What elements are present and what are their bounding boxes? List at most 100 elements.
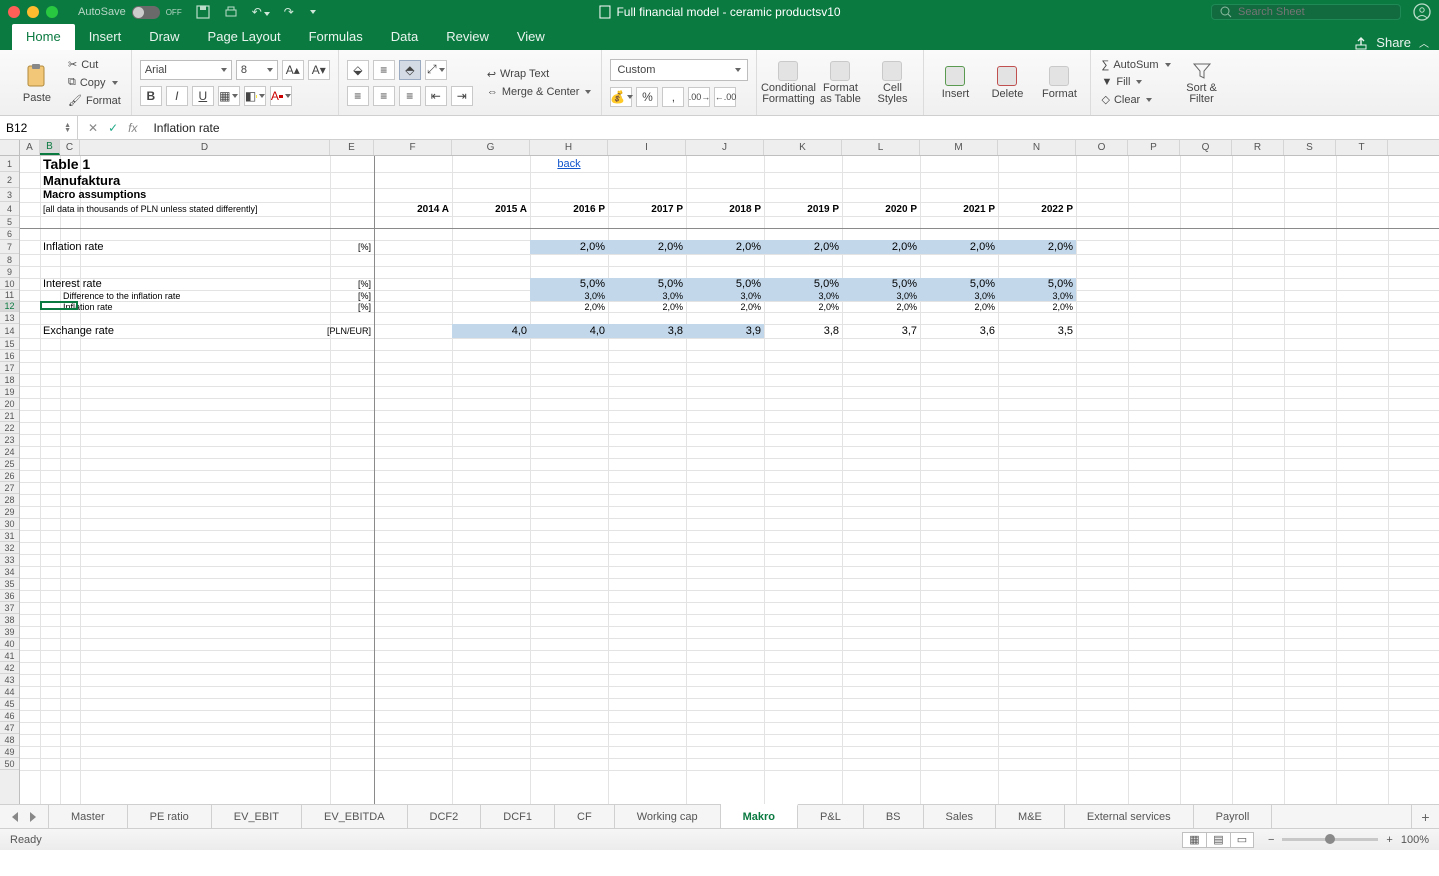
row-header-26[interactable]: 26 [0, 470, 19, 482]
ribbon-tab-draw[interactable]: Draw [135, 24, 193, 50]
row-header-30[interactable]: 30 [0, 518, 19, 530]
format-as-table-button[interactable]: Format as Table [817, 61, 863, 105]
sheet-tab-makro[interactable]: Makro [721, 804, 798, 828]
page-layout-view-button[interactable]: ▤ [1206, 832, 1230, 848]
formula-input[interactable]: Inflation rate [147, 121, 1439, 135]
cell-N7[interactable]: 2,0% [998, 240, 1076, 254]
row-header-21[interactable]: 21 [0, 410, 19, 422]
row-header-25[interactable]: 25 [0, 458, 19, 470]
number-format-select[interactable]: Custom [610, 59, 748, 81]
col-header-E[interactable]: E [330, 140, 374, 155]
row-header-39[interactable]: 39 [0, 626, 19, 638]
sort-filter-button[interactable]: Sort & Filter [1179, 61, 1225, 105]
align-left-button[interactable]: ≡ [347, 86, 369, 106]
normal-view-button[interactable]: ▦ [1182, 832, 1206, 848]
row-header-42[interactable]: 42 [0, 662, 19, 674]
col-header-C[interactable]: C [60, 140, 80, 155]
sheet-tab-working-cap[interactable]: Working cap [615, 805, 721, 828]
row-header-31[interactable]: 31 [0, 530, 19, 542]
insert-cells-button[interactable]: Insert [932, 66, 978, 100]
cell-K10[interactable]: 5,0% [764, 278, 842, 290]
sheet-tab-dcf2[interactable]: DCF2 [408, 805, 482, 828]
sheet-tab-bs[interactable]: BS [864, 805, 924, 828]
row-header-10[interactable]: 10 [0, 278, 19, 290]
row-header-18[interactable]: 18 [0, 374, 19, 386]
align-center-button[interactable]: ≡ [373, 86, 395, 106]
ribbon-tab-formulas[interactable]: Formulas [295, 24, 377, 50]
cell-I14[interactable]: 3,8 [608, 324, 686, 338]
row-header-28[interactable]: 28 [0, 494, 19, 506]
maximize-window-button[interactable] [46, 6, 58, 18]
align-middle-button[interactable]: ≡ [373, 60, 395, 80]
cell-L10[interactable]: 5,0% [842, 278, 920, 290]
row-header-1[interactable]: 1 [0, 156, 19, 172]
cell-H14[interactable]: 4,0 [530, 324, 608, 338]
sheet-tab-ev-ebit[interactable]: EV_EBIT [212, 805, 302, 828]
cell-I12[interactable]: 2,0% [608, 301, 686, 312]
cell-B7[interactable]: Inflation rate [40, 240, 330, 254]
page-break-view-button[interactable]: ▭ [1230, 832, 1254, 848]
cell-I7[interactable]: 2,0% [608, 240, 686, 254]
cell-L12[interactable]: 2,0% [842, 301, 920, 312]
add-sheet-button[interactable]: + [1411, 805, 1439, 828]
row-header-16[interactable]: 16 [0, 350, 19, 362]
sheet-tab-cf[interactable]: CF [555, 805, 615, 828]
increase-indent-button[interactable]: ⇥ [451, 86, 473, 106]
col-header-L[interactable]: L [842, 140, 920, 155]
name-box[interactable]: B12 ▲▼ [0, 116, 78, 139]
ribbon-tab-page-layout[interactable]: Page Layout [194, 24, 295, 50]
search-input[interactable] [1238, 6, 1378, 18]
increase-decimal-button[interactable]: .00→ [688, 87, 710, 107]
row-header-43[interactable]: 43 [0, 674, 19, 686]
cell-H1[interactable]: back [530, 156, 608, 172]
row-header-19[interactable]: 19 [0, 386, 19, 398]
font-color-button[interactable]: A [270, 86, 292, 106]
row-header-8[interactable]: 8 [0, 254, 19, 266]
cell-J11[interactable]: 3,0% [686, 290, 764, 301]
autosave-switch[interactable] [132, 6, 160, 19]
cell-J10[interactable]: 5,0% [686, 278, 764, 290]
cell-N14[interactable]: 3,5 [998, 324, 1076, 338]
row-header-40[interactable]: 40 [0, 638, 19, 650]
col-header-N[interactable]: N [998, 140, 1076, 155]
row-header-37[interactable]: 37 [0, 602, 19, 614]
row-header-6[interactable]: 6 [0, 228, 19, 240]
scroll-tabs-left[interactable] [12, 812, 18, 822]
cell-H11[interactable]: 3,0% [530, 290, 608, 301]
col-header-I[interactable]: I [608, 140, 686, 155]
row-header-32[interactable]: 32 [0, 542, 19, 554]
print-icon[interactable] [224, 5, 238, 19]
cell-L4[interactable]: 2020 P [842, 202, 920, 216]
cell-E7[interactable]: [%] [330, 240, 374, 254]
qat-customize[interactable] [310, 10, 316, 14]
zoom-level[interactable]: 100% [1401, 834, 1429, 846]
decrease-indent-button[interactable]: ⇤ [425, 86, 447, 106]
close-window-button[interactable] [8, 6, 20, 18]
sheet-tab-master[interactable]: Master [49, 805, 128, 828]
copy-button[interactable]: ⧉Copy [66, 75, 123, 90]
underline-button[interactable]: U [192, 86, 214, 106]
row-header-34[interactable]: 34 [0, 566, 19, 578]
font-name-select[interactable]: Arial [140, 60, 232, 80]
decrease-font-button[interactable]: A▾ [308, 60, 330, 80]
sheet-tab-payroll[interactable]: Payroll [1194, 805, 1273, 828]
cell-H7[interactable]: 2,0% [530, 240, 608, 254]
cell-J12[interactable]: 2,0% [686, 301, 764, 312]
decrease-decimal-button[interactable]: ←.00 [714, 87, 736, 107]
cell-B4[interactable]: [all data in thousands of PLN unless sta… [40, 202, 374, 216]
col-header-D[interactable]: D [80, 140, 330, 155]
cell-B3[interactable]: Macro assumptions [40, 188, 452, 202]
row-header-13[interactable]: 13 [0, 312, 19, 324]
format-cells-button[interactable]: Format [1036, 66, 1082, 100]
percent-button[interactable]: % [636, 87, 658, 107]
cut-button[interactable]: ✂Cut [66, 57, 123, 72]
account-icon[interactable] [1413, 3, 1431, 21]
cell-H4[interactable]: 2016 P [530, 202, 608, 216]
row-header-47[interactable]: 47 [0, 722, 19, 734]
col-header-P[interactable]: P [1128, 140, 1180, 155]
cell-C11[interactable]: Difference to the inflation rate [60, 290, 330, 301]
increase-font-button[interactable]: A▴ [282, 60, 304, 80]
sheet-tab-p-l[interactable]: P&L [798, 805, 864, 828]
accept-formula-icon[interactable]: ✓ [108, 121, 118, 135]
row-header-14[interactable]: 14 [0, 324, 19, 338]
